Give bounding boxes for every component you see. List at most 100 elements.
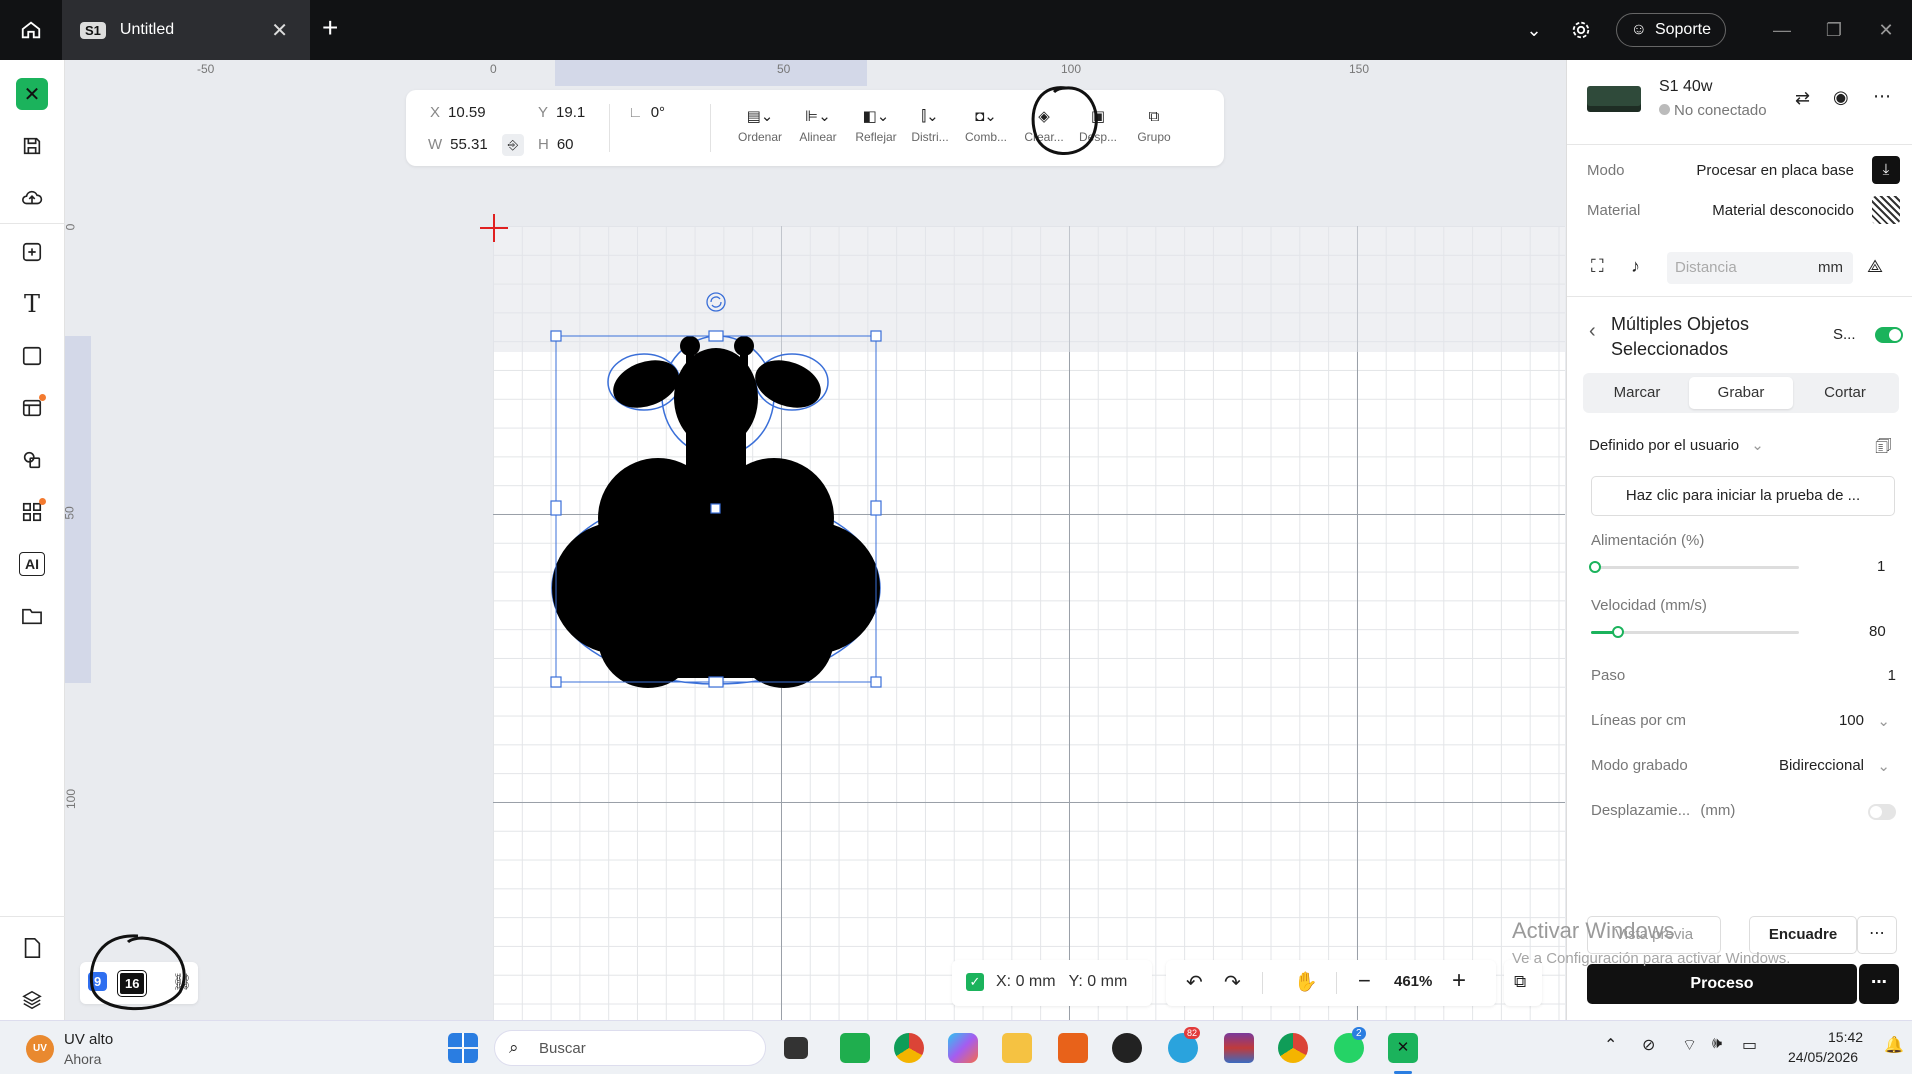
battery-icon[interactable]: ▭ [1742, 1035, 1757, 1055]
winrar-icon[interactable] [1224, 1033, 1254, 1063]
power-value[interactable]: 1 [1877, 558, 1885, 575]
widgets-app-icon[interactable] [840, 1033, 870, 1063]
shape-tool-icon[interactable] [16, 340, 48, 372]
back-chevron-icon[interactable]: ‹ [1589, 320, 1596, 343]
document-tab[interactable]: S1 Untitled ✕ [62, 0, 310, 60]
document-icon[interactable] [16, 932, 48, 964]
clock-date[interactable]: 24/05/2026 [1788, 1049, 1858, 1065]
align-tool[interactable]: ⊫⌄ Alinear [790, 102, 846, 144]
support-button[interactable]: ☺ Soporte [1615, 13, 1726, 47]
clock-time[interactable]: 15:42 [1828, 1029, 1863, 1045]
speed-slider[interactable] [1591, 625, 1801, 641]
elements-icon[interactable] [16, 444, 48, 476]
copy-icon[interactable]: ⧉ [1514, 972, 1526, 992]
zoom-level[interactable]: 461% [1394, 973, 1432, 990]
mode-row[interactable]: Modo Procesar en placa base ⤓ [1587, 156, 1900, 184]
save-preset-icon[interactable]: 🗊 [1875, 434, 1892, 464]
chevron-down-icon[interactable]: ⌄ [1877, 712, 1890, 730]
preset-select[interactable]: Definido por el usuario ⌄ [1589, 436, 1764, 454]
selection-toggle[interactable] [1875, 327, 1903, 343]
text-tool-icon[interactable]: T [16, 288, 48, 320]
download-plate-icon[interactable]: ⤓ [1872, 156, 1900, 184]
telegram-icon[interactable]: 82 [1168, 1027, 1201, 1063]
giraffe-cloud-object[interactable] [548, 288, 884, 688]
undo-icon[interactable]: ↶ [1186, 970, 1203, 995]
process-button[interactable]: Proceso [1587, 964, 1857, 1004]
cloud-upload-icon[interactable] [16, 182, 48, 214]
whatsapp-icon[interactable]: 2 [1334, 1027, 1366, 1063]
frame-button[interactable]: Encuadre [1749, 916, 1857, 954]
wifi-icon[interactable]: ⌔ [1682, 1035, 1697, 1055]
hand-pan-icon[interactable]: ✋ [1294, 970, 1318, 994]
x-field[interactable]: X 10.59 [430, 104, 486, 121]
chrome-profile-icon[interactable] [1278, 1033, 1308, 1063]
tray-sync-icon[interactable]: ⊘ [1642, 1035, 1655, 1055]
group-tool[interactable]: ⧉ Grupo [1126, 102, 1182, 145]
add-object-icon[interactable] [16, 236, 48, 268]
speed-value[interactable]: 80 [1869, 623, 1886, 640]
copilot-icon[interactable] [948, 1033, 978, 1063]
material-row[interactable]: Material Material desconocido [1587, 196, 1900, 224]
offset-toggle[interactable] [1868, 804, 1896, 820]
tab-cortar[interactable]: Cortar [1793, 377, 1897, 409]
chrome-icon[interactable] [894, 1033, 924, 1063]
combine-tool[interactable]: ◘⌄ Comb... [958, 102, 1014, 144]
layers-icon[interactable] [16, 984, 48, 1016]
ai-tool-icon[interactable]: AI [19, 552, 45, 576]
zoom-in-icon[interactable]: + [1452, 967, 1466, 995]
lock-ratio-icon[interactable]: ⎆ [502, 134, 524, 156]
search-box[interactable]: ⌕ Buscar [494, 1030, 766, 1066]
tab-marcar[interactable]: Marcar [1585, 377, 1689, 409]
new-tab-button[interactable]: + [322, 12, 338, 44]
windows-start-icon[interactable] [448, 1033, 478, 1063]
close-tab-icon[interactable]: ✕ [271, 18, 288, 43]
h-field[interactable]: H 60 [538, 136, 574, 153]
volume-icon[interactable]: 🕪 [1712, 1035, 1722, 1053]
swap-device-icon[interactable]: ⇄ [1795, 88, 1810, 109]
xtool-app-icon[interactable]: ✕ [1388, 1033, 1418, 1063]
tab-grabar[interactable]: Grabar [1689, 377, 1793, 409]
templates-icon[interactable] [16, 392, 48, 424]
arrange-tool[interactable]: ▤⌄ Ordenar [732, 102, 788, 144]
process-more-button[interactable]: ⋯ [1859, 964, 1899, 1004]
apps-grid-icon[interactable] [16, 496, 48, 528]
w-field[interactable]: W 55.31 [428, 136, 488, 153]
home-button[interactable] [0, 0, 62, 60]
save-icon[interactable] [16, 130, 48, 162]
more-icon[interactable]: ⋯ [1873, 86, 1891, 107]
measure-icon[interactable]: ♪ [1631, 256, 1640, 277]
material-swatch-icon[interactable] [1872, 196, 1900, 224]
maximize-button[interactable]: ❐ [1808, 20, 1860, 41]
redo-icon[interactable]: ↷ [1224, 970, 1241, 995]
auto-focus-icon[interactable]: ⟁ [1867, 256, 1883, 277]
task-view-icon[interactable] [784, 1037, 808, 1059]
distribute-tool[interactable]: ⫿⌄ Distri... [902, 102, 958, 144]
frame-more-button[interactable]: ⋯ [1857, 916, 1897, 954]
ruler-left-label: 0 [63, 223, 78, 231]
checkbox-icon[interactable]: ✓ [966, 973, 984, 991]
power-slider[interactable] [1589, 560, 1801, 576]
start-test-button[interactable]: Haz clic para iniciar la prueba de ... [1591, 476, 1895, 516]
file-explorer-icon[interactable] [1002, 1033, 1032, 1063]
mirror-tool[interactable]: ◧⌄ Reflejar [848, 102, 904, 144]
target-icon[interactable]: ◉ [1833, 87, 1849, 108]
folder-icon[interactable] [16, 600, 48, 632]
office-app-icon[interactable] [1058, 1033, 1088, 1063]
close-window-button[interactable]: ✕ [1860, 20, 1912, 41]
notification-icon[interactable]: 🔔 [1884, 1035, 1904, 1055]
angle-field[interactable]: ∟ 0° [628, 104, 665, 121]
zoom-out-icon[interactable]: − [1358, 968, 1371, 994]
pass-value[interactable]: 1 [1888, 667, 1896, 684]
lines-value[interactable]: 100 [1839, 712, 1864, 729]
tray-chevron-icon[interactable]: ⌃ [1604, 1035, 1617, 1055]
y-field[interactable]: Y 19.1 [538, 104, 585, 121]
distance-input[interactable]: Distancia mm [1667, 252, 1853, 284]
settings-gear-icon[interactable] [1570, 19, 1592, 41]
weather-uv-icon[interactable]: UV [26, 1035, 54, 1063]
chevron-down-icon[interactable]: ⌄ [1877, 757, 1890, 775]
minimize-button[interactable]: — [1756, 20, 1808, 41]
engrave-mode-value[interactable]: Bidireccional [1779, 757, 1864, 774]
inkscape-icon[interactable] [1112, 1033, 1142, 1063]
chevron-down-icon[interactable]: ⌄ [1527, 20, 1542, 41]
focus-icon[interactable]: ⛶ [1591, 256, 1604, 277]
